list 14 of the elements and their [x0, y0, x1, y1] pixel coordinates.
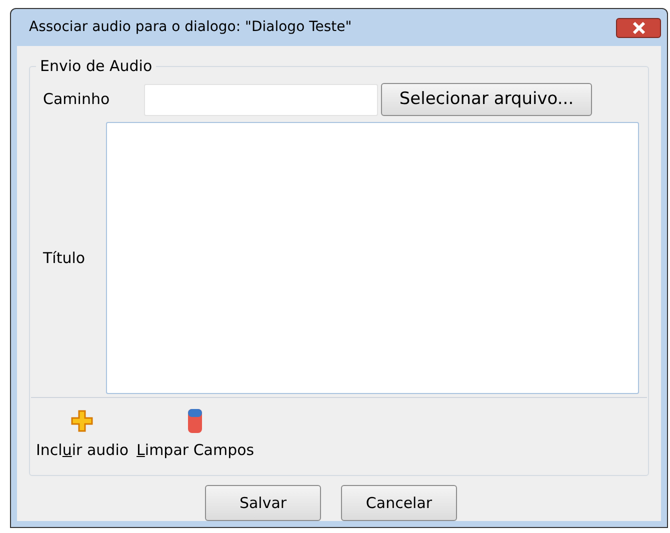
save-button[interactable]: Salvar: [205, 485, 321, 521]
eraser-icon: [187, 408, 204, 434]
close-icon: [632, 22, 646, 34]
clear-fields-button[interactable]: Limpar Campos: [136, 407, 254, 458]
path-field[interactable]: [144, 84, 378, 116]
close-button[interactable]: [616, 18, 661, 38]
path-label: Caminho: [43, 89, 111, 110]
select-file-button[interactable]: Selecionar arquivo...: [381, 83, 592, 116]
add-audio-button[interactable]: Incluir audio: [36, 407, 129, 458]
cancel-button[interactable]: Cancelar: [341, 485, 457, 521]
title-field[interactable]: [106, 122, 639, 394]
window-title: Associar audio para o dialogo: "Dialogo Teste": [29, 18, 352, 37]
title-label: Título: [43, 248, 86, 269]
plus-icon: [71, 410, 94, 432]
